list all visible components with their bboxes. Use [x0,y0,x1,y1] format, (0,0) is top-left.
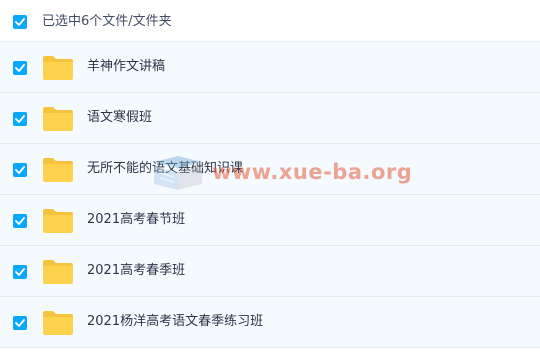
file-name[interactable]: 2021杨洋高考语文春季练习班 [87,312,263,332]
select-all-checkbox-icon[interactable] [13,15,27,29]
folder-icon [43,209,73,233]
folder-icon [43,56,73,80]
checkbox-checked-icon[interactable] [13,163,27,177]
list-item[interactable]: 2021杨洋高考语文春季练习班 [0,297,540,348]
folder-icon [43,107,73,131]
file-name[interactable]: 羊神作文讲稿 [87,57,165,77]
book-logo-icon [154,156,202,190]
checkbox-checked-icon[interactable] [13,316,27,330]
checkbox-checked-icon[interactable] [13,112,27,126]
watermark-text: www.xue-ba.org [212,160,413,184]
file-name[interactable]: 2021高考春季班 [87,261,185,281]
folder-icon [43,311,73,335]
file-name[interactable]: 2021高考春节班 [87,210,185,230]
selection-header: 已选中6个文件/文件夹 [0,0,540,42]
list-item[interactable]: 语文寒假班 [0,93,540,144]
checkbox-checked-icon[interactable] [13,265,27,279]
selection-count-text: 已选中6个文件/文件夹 [42,14,172,29]
checkbox-checked-icon[interactable] [13,61,27,75]
list-item[interactable]: 2021高考春节班 [0,195,540,246]
list-item[interactable]: 羊神作文讲稿 [0,42,540,93]
file-name[interactable]: 语文寒假班 [87,108,152,128]
checkbox-checked-icon[interactable] [13,214,27,228]
list-item[interactable]: 2021高考春季班 [0,246,540,297]
folder-icon [43,158,73,182]
watermark: www.xue-ba.org [150,150,412,198]
folder-icon [43,260,73,284]
